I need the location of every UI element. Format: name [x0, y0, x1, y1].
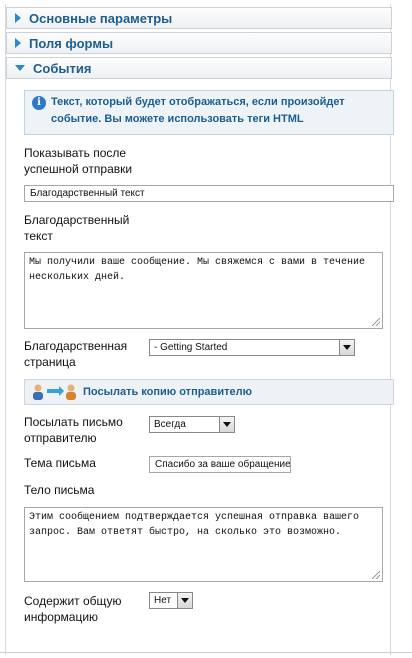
panel-frame: Основные параметры Поля формы События i … [5, 4, 394, 655]
info-text: Текст, который будет отображаться, если … [51, 96, 345, 125]
body-label: Тело письма [24, 483, 95, 497]
accordion-events[interactable]: События [6, 57, 392, 79]
users-send-icon [33, 384, 76, 400]
thank-page-label: Благодарственная страница [24, 339, 128, 369]
info-icon: i [32, 96, 46, 110]
send-copy-title: Посылать копию отправителю [83, 386, 252, 398]
accordion-label: События [33, 60, 92, 76]
send-mail-label: Посылать письмо отправителю [24, 415, 123, 445]
chevron-down-icon[interactable] [177, 593, 192, 608]
general-info-label: Содержит общую информацию [24, 594, 122, 624]
triangle-right-icon [15, 38, 21, 48]
body-text-area[interactable]: Этим сообщением подтверждается успешная … [24, 507, 383, 582]
thank-text-label: Благодарственный текст [24, 213, 130, 243]
body-text-value: Этим сообщением подтверждается успешная … [29, 512, 360, 538]
chevron-down-icon[interactable] [339, 340, 354, 355]
accordion-label: Поля формы [29, 35, 114, 51]
show-after-label: Показывать после успешной отправки [24, 146, 133, 176]
chevron-down-icon[interactable] [219, 417, 234, 432]
general-info-select[interactable]: Нет [149, 592, 193, 609]
resize-grip-icon[interactable] [372, 318, 380, 326]
send-copy-header: Посылать копию отправителю [24, 379, 394, 405]
accordion-basic-params[interactable]: Основные параметры [6, 7, 392, 29]
thank-page-value: - Getting Started [154, 342, 228, 353]
thank-text-area[interactable]: Мы получили ваше сообщение. Мы свяжемся … [24, 252, 383, 329]
subject-label: Тема письма [24, 456, 96, 470]
subject-field[interactable]: Спасибо за ваше обращение [149, 456, 291, 473]
thank-page-select[interactable]: - Getting Started [149, 339, 355, 356]
accordion-form-fields[interactable]: Поля формы [6, 32, 392, 54]
divider [0, 652, 412, 653]
send-mail-value: Всегда [154, 419, 186, 430]
thank-text-value: Мы получили ваше сообщение. Мы свяжемся … [29, 257, 366, 283]
info-box: i Текст, который будет отображаться, есл… [24, 90, 394, 135]
resize-grip-icon[interactable] [372, 571, 380, 579]
triangle-right-icon [15, 13, 21, 23]
triangle-down-icon [15, 65, 25, 71]
accordion-label: Основные параметры [29, 10, 173, 26]
show-after-field[interactable]: Благодарственный текст [24, 185, 394, 202]
general-info-value: Нет [154, 595, 172, 606]
send-mail-select[interactable]: Всегда [149, 416, 235, 433]
